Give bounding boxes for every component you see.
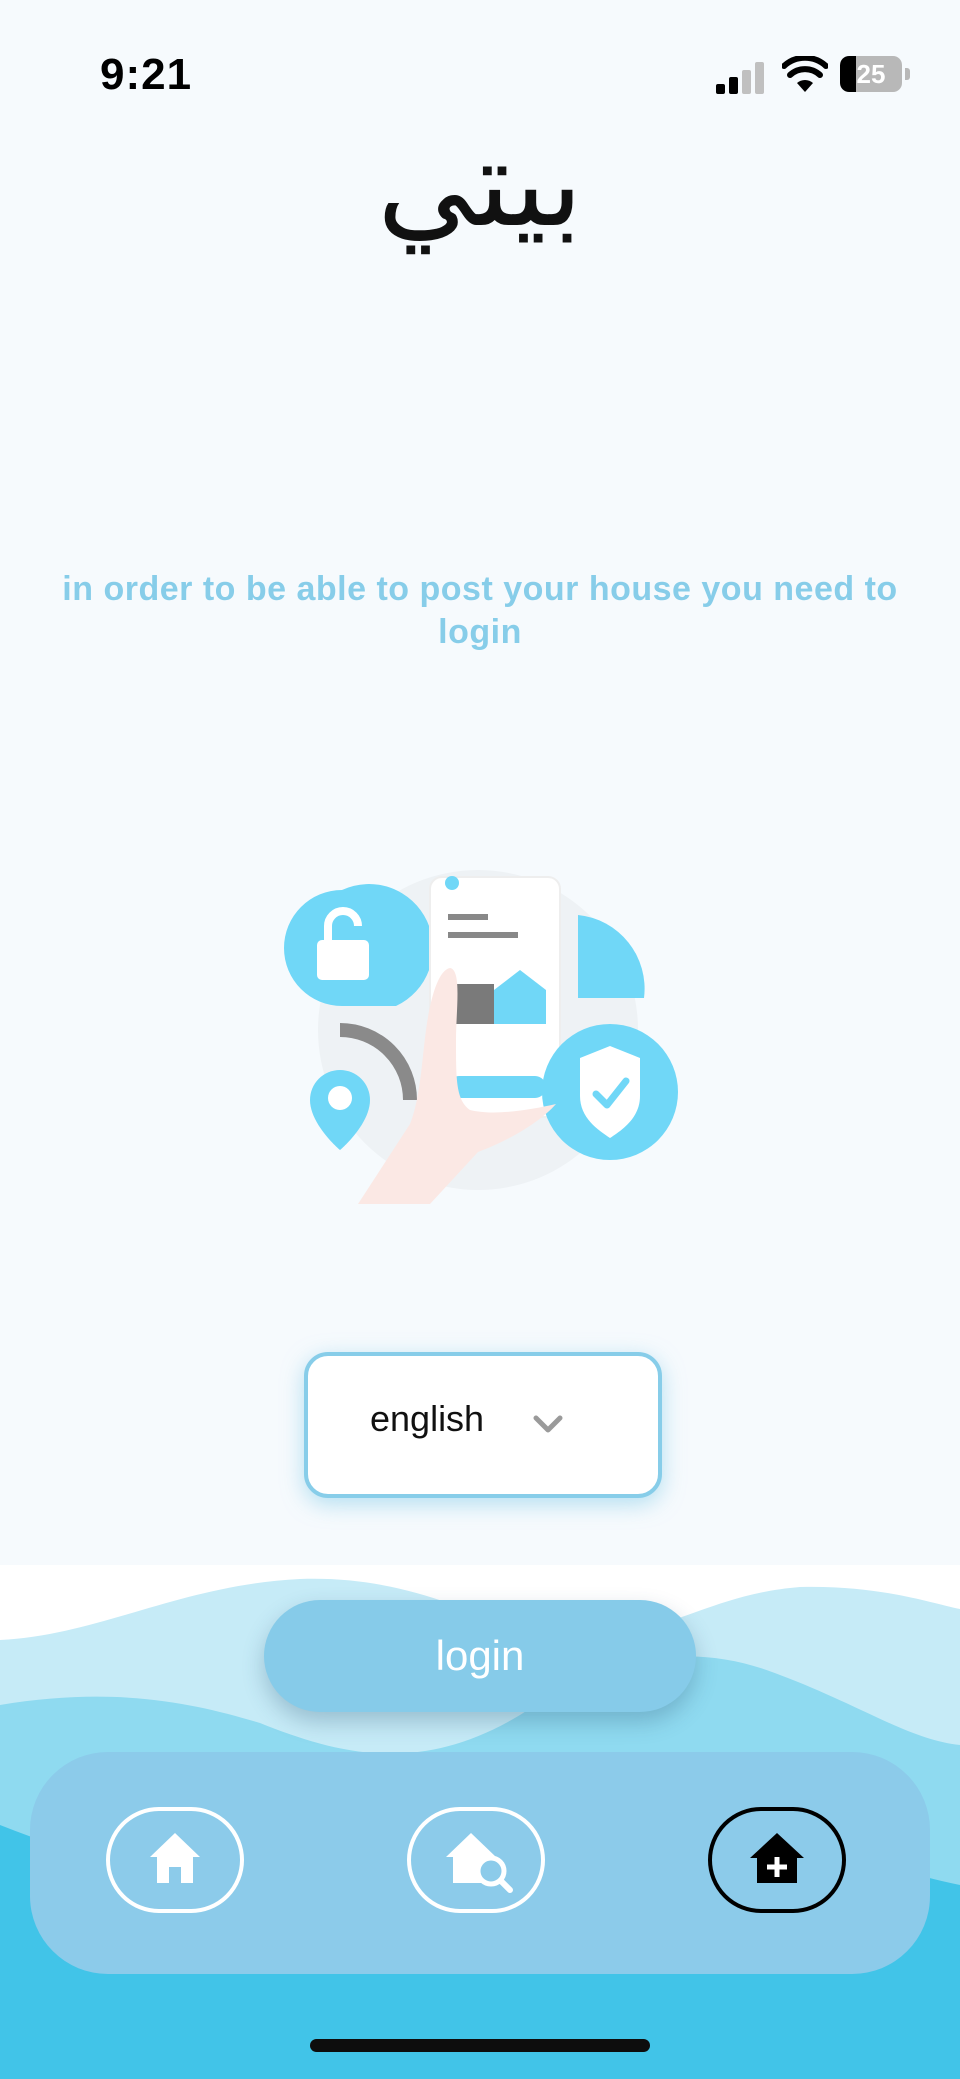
login-button[interactable]: login — [264, 1600, 696, 1712]
home-indicator — [310, 2039, 650, 2052]
app-logo: بيتي — [377, 115, 583, 254]
house-search-icon — [446, 1833, 513, 1893]
nav-add-house-button[interactable] — [708, 1807, 846, 1913]
cellular-signal-icon — [716, 62, 764, 94]
battery-icon: 25 — [840, 56, 912, 94]
battery-level: 25 — [856, 59, 886, 89]
decorative-shape — [578, 915, 645, 998]
house-add-icon — [750, 1833, 804, 1883]
language-select[interactable]: english — [304, 1352, 662, 1498]
chevron-down-icon — [533, 1415, 563, 1433]
language-select-value: english — [370, 1398, 485, 1439]
login-required-message: in order to be able to post your house y… — [62, 570, 898, 651]
lock-icon — [284, 884, 433, 1006]
bottom-nav-bar — [30, 1752, 930, 1974]
home-icon — [150, 1833, 200, 1883]
phone-house-security-illustration — [284, 870, 678, 1204]
nav-search-house-button[interactable] — [407, 1807, 545, 1913]
nav-home-button[interactable] — [106, 1807, 244, 1913]
shield-icon — [542, 1024, 678, 1160]
wifi-icon — [782, 56, 828, 92]
status-time: 9:21 — [100, 50, 193, 99]
